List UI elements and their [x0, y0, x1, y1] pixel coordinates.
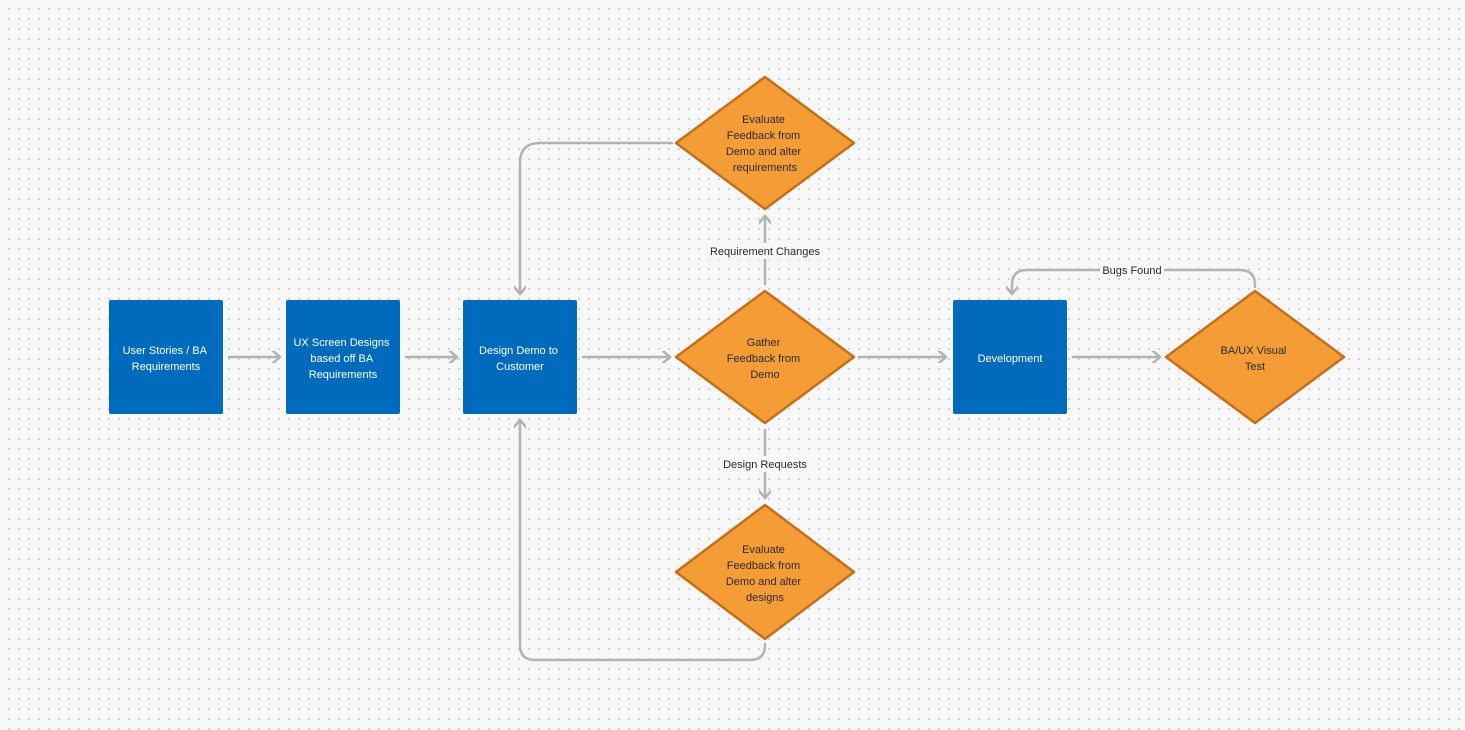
node-visual-test[interactable]: BA/UX Visual Test [1164, 289, 1346, 425]
node-ux-screen-designs[interactable]: UX Screen Designs based off BA Requireme… [286, 300, 400, 414]
edge-label-requirement-changes: Requirement Changes [708, 243, 822, 259]
svg-text:Bugs Found: Bugs Found [1102, 265, 1161, 277]
svg-text:Requirement Changes: Requirement Changes [710, 246, 821, 258]
flowchart-canvas: Requirement Changes Design Requests Bugs… [109, 75, 1346, 662]
svg-text:Development: Development [978, 353, 1043, 365]
node-development[interactable]: Development [953, 300, 1067, 414]
node-design-demo[interactable]: Design Demo to Customer [463, 300, 577, 414]
node-gather-feedback[interactable]: Gather Feedback from Demo [674, 289, 856, 425]
edge-eval-requirements-to-demo[interactable] [520, 141, 674, 296]
node-user-stories[interactable]: User Stories / BA Requirements [109, 300, 223, 414]
node-eval-designs[interactable]: Evaluate Feedback from Demo and alter de… [674, 503, 856, 641]
node-eval-requirements[interactable]: Evaluate Feedback from Demo and alter re… [674, 75, 856, 211]
edge-label-design-requests: Design Requests [720, 456, 810, 472]
svg-text:Design Requests: Design Requests [723, 459, 807, 471]
edge-label-bugs-found: Bugs Found [1100, 262, 1164, 278]
